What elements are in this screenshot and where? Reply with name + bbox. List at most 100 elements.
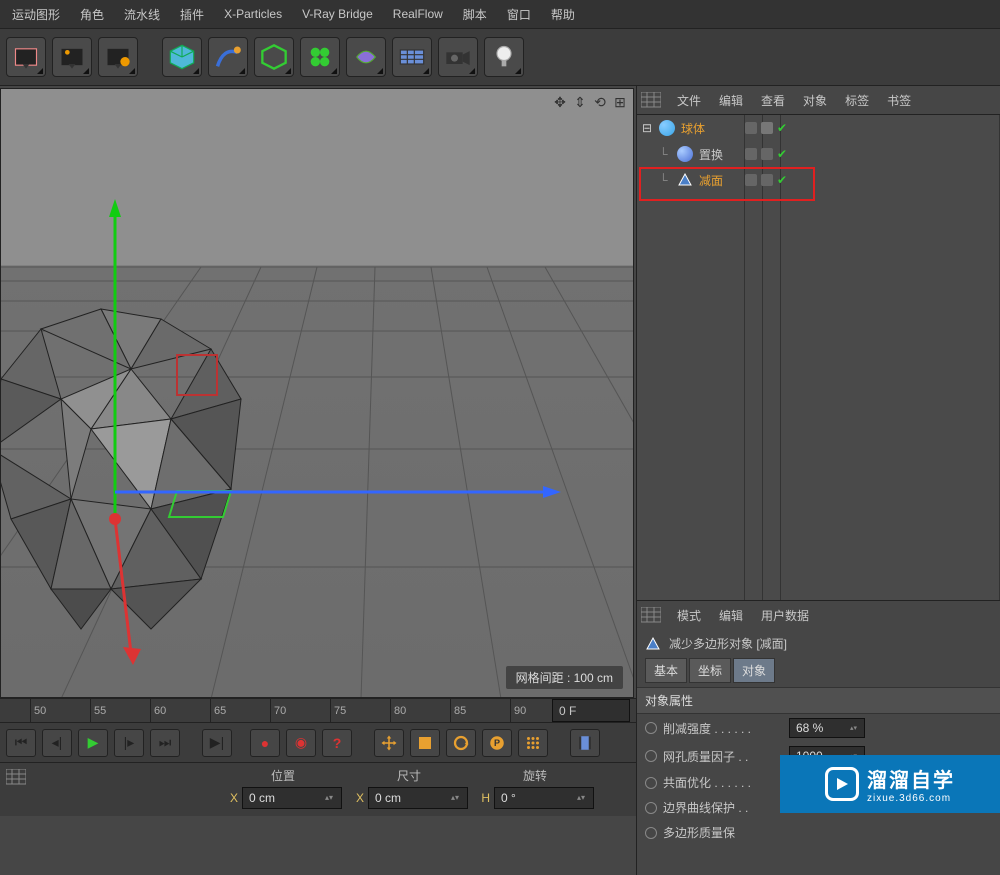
- film-button[interactable]: [570, 729, 600, 757]
- param-button[interactable]: P: [482, 729, 512, 757]
- axis-label: X: [224, 791, 238, 805]
- main-toolbar: [0, 28, 1000, 86]
- rot-h-field[interactable]: 0 °▴▾: [494, 787, 594, 809]
- obj-tab[interactable]: 书签: [881, 88, 917, 113]
- tick: 75: [330, 699, 346, 722]
- vis-dot[interactable]: [761, 122, 773, 134]
- obj-tab[interactable]: 对象: [797, 88, 833, 113]
- generator-button[interactable]: [254, 37, 294, 77]
- deformer-button[interactable]: [346, 37, 386, 77]
- tree-row-sphere[interactable]: ⊟ 球体 ✔: [637, 115, 1000, 141]
- autokey-button[interactable]: ◉: [286, 729, 316, 757]
- tab-object[interactable]: 对象: [733, 658, 775, 683]
- next-frame-button[interactable]: ▶|: [202, 729, 232, 757]
- tick: 55: [90, 699, 106, 722]
- cube-primitive-button[interactable]: [162, 37, 202, 77]
- enable-check-icon[interactable]: ✔: [777, 121, 787, 135]
- layer-dot[interactable]: [745, 148, 757, 160]
- obj-tab[interactable]: 标签: [839, 88, 875, 113]
- axis-label: H: [476, 791, 490, 805]
- scale-tool-button[interactable]: [410, 729, 440, 757]
- light-button[interactable]: [484, 37, 524, 77]
- attr-tab[interactable]: 用户数据: [755, 603, 815, 628]
- next-key-button[interactable]: |▸: [114, 729, 144, 757]
- tick: 90: [510, 699, 526, 722]
- render-view-button[interactable]: [6, 37, 46, 77]
- vp-zoom-icon[interactable]: ⇕: [573, 95, 587, 109]
- spline-button[interactable]: [208, 37, 248, 77]
- svg-text:P: P: [494, 738, 500, 748]
- key-help-button[interactable]: ?: [322, 729, 352, 757]
- environment-button[interactable]: [392, 37, 432, 77]
- anim-dot-icon[interactable]: [645, 827, 657, 839]
- tab-basic[interactable]: 基本: [645, 658, 687, 683]
- menu-item[interactable]: 运动图形: [4, 2, 68, 27]
- rotate-tool-button[interactable]: [446, 729, 476, 757]
- menu-item[interactable]: 帮助: [543, 2, 583, 27]
- tab-coord[interactable]: 坐标: [689, 658, 731, 683]
- coord-head: 旋转: [476, 767, 594, 783]
- frame-field[interactable]: 0 F: [552, 699, 630, 722]
- reduction-strength-field[interactable]: 68 %▴▾: [789, 718, 865, 738]
- viewport-hud: 网格间距 : 100 cm: [506, 666, 623, 689]
- watermark-url: zixue.3d66.com: [867, 793, 955, 804]
- attribute-manager: 模式 编辑 用户数据 减少多边形对象 [减面] 基本 坐标 对象 对象属性 削减…: [637, 600, 1000, 875]
- camera-button[interactable]: [438, 37, 478, 77]
- menu-item[interactable]: 流水线: [116, 2, 168, 27]
- object-tree[interactable]: ⊟ 球体 ✔ └ 置换 ✔ └ 减面 ✔: [637, 114, 1000, 600]
- coord-head: 位置: [224, 767, 342, 783]
- menu-item[interactable]: 脚本: [455, 2, 495, 27]
- menu-item[interactable]: RealFlow: [385, 3, 451, 25]
- coord-head: 尺寸: [350, 767, 468, 783]
- menu-item[interactable]: 窗口: [499, 2, 539, 27]
- attr-title-row: 减少多边形对象 [减面]: [637, 629, 1000, 658]
- timeline-ruler[interactable]: 50 55 60 65 70 75 80 85 90 0 F: [0, 698, 636, 722]
- menu-item[interactable]: 角色: [72, 2, 112, 27]
- menu-item[interactable]: 插件: [172, 2, 212, 27]
- obj-tab[interactable]: 查看: [755, 88, 791, 113]
- menu-bar: 运动图形 角色 流水线 插件 X-Particles V-Ray Bridge …: [0, 0, 1000, 28]
- watermark-badge: 溜溜自学 zixue.3d66.com: [780, 755, 1000, 813]
- menu-item[interactable]: X-Particles: [216, 3, 290, 25]
- play-button[interactable]: ▶: [78, 729, 108, 757]
- viewport[interactable]: ✥ ⇕ ⟲ ⊞ 网格间距 : 100 cm: [0, 88, 634, 698]
- render-pv-button[interactable]: [52, 37, 92, 77]
- obj-tab[interactable]: 文件: [671, 88, 707, 113]
- goto-start-button[interactable]: ⏮: [6, 729, 36, 757]
- grid-dots-button[interactable]: [518, 729, 548, 757]
- record-button[interactable]: ●: [250, 729, 280, 757]
- attr-tab[interactable]: 模式: [671, 603, 707, 628]
- tick: 50: [30, 699, 46, 722]
- tree-row-displace[interactable]: └ 置换 ✔: [637, 141, 1000, 167]
- vp-move-icon[interactable]: ✥: [553, 95, 567, 109]
- anim-dot-icon[interactable]: [645, 777, 657, 789]
- anim-dot-icon[interactable]: [645, 802, 657, 814]
- grid-icon: [6, 769, 26, 785]
- layer-dot[interactable]: [745, 122, 757, 134]
- anim-dot-icon[interactable]: [645, 750, 657, 762]
- anim-dot-icon[interactable]: [645, 722, 657, 734]
- vp-rotate-icon[interactable]: ⟲: [593, 95, 607, 109]
- obj-tab[interactable]: 编辑: [713, 88, 749, 113]
- grid-icon: [641, 92, 661, 108]
- goto-end-button[interactable]: ⏭: [150, 729, 180, 757]
- attr-tab[interactable]: 编辑: [713, 603, 749, 628]
- pos-x-field[interactable]: 0 cm▴▾: [242, 787, 342, 809]
- axis-gizmo-icon: [1, 89, 633, 697]
- size-x-field[interactable]: 0 cm▴▾: [368, 787, 468, 809]
- tick: 80: [390, 699, 406, 722]
- attr-label: 边界曲线保护 . .: [663, 799, 783, 816]
- displace-icon: [677, 146, 693, 162]
- mograph-button[interactable]: [300, 37, 340, 77]
- move-tool-button[interactable]: [374, 729, 404, 757]
- enable-check-icon[interactable]: ✔: [777, 147, 787, 161]
- render-settings-button[interactable]: [98, 37, 138, 77]
- menu-item[interactable]: V-Ray Bridge: [294, 3, 381, 25]
- tick: 70: [270, 699, 286, 722]
- vis-dot[interactable]: [761, 148, 773, 160]
- vp-layout-icon[interactable]: ⊞: [613, 95, 627, 109]
- prev-key-button[interactable]: ◂|: [42, 729, 72, 757]
- sphere-icon: [659, 120, 675, 136]
- attr-label: 多边形质量保: [663, 824, 783, 841]
- expand-icon[interactable]: ⊟: [641, 121, 653, 135]
